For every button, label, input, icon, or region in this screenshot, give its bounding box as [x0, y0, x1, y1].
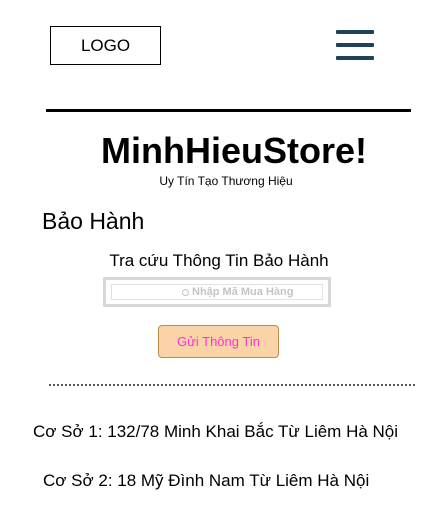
dotted-divider [49, 384, 415, 386]
store-slogan: Uy Tín Tạo Thương Hiệu [159, 174, 293, 188]
location-address-1: Cơ Sở 1: 132/78 Minh Khai Bắc Từ Liêm Hà… [33, 422, 399, 441]
order-code-input[interactable] [192, 286, 312, 298]
menu-bar-top [336, 30, 374, 34]
logo-text: LOGO [80, 35, 131, 55]
location-address-2: Cơ Sở 2: 18 Mỹ Đình Nam Từ Liêm Hà Nội [43, 471, 370, 490]
search-field-inner [111, 284, 323, 300]
store-title: MinhHieuStore! [101, 130, 367, 171]
header-divider [46, 109, 411, 112]
warranty-heading: Bảo Hành [42, 208, 145, 234]
menu-bar-middle [336, 43, 374, 47]
order-code-search-box [103, 277, 331, 307]
warranty-lookup-label: Tra cứu Thông Tin Bảo Hành [109, 251, 329, 270]
hamburger-menu-icon[interactable] [334, 28, 376, 64]
logo[interactable]: LOGO [50, 26, 161, 65]
search-icon [182, 289, 189, 296]
submit-info-button[interactable]: Gửi Thông Tin [158, 325, 279, 358]
menu-bar-bottom [336, 56, 374, 60]
